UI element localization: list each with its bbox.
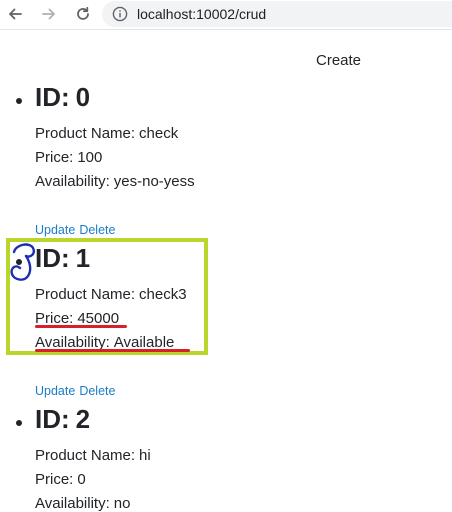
- create-link[interactable]: Create: [316, 52, 361, 69]
- back-arrow-icon[interactable]: [4, 3, 26, 25]
- list-bullet: [16, 259, 22, 265]
- product-id-heading: ID: 0: [35, 82, 91, 112]
- product-name: Product Name: check3: [35, 286, 187, 303]
- browser-toolbar: localhost:10002/crud: [0, 0, 452, 30]
- update-link[interactable]: Update: [35, 384, 75, 398]
- product-id-heading: ID: 1: [35, 243, 91, 273]
- address-bar[interactable]: localhost:10002/crud: [102, 1, 452, 27]
- product-name: Product Name: check: [35, 125, 179, 142]
- update-link[interactable]: Update: [35, 223, 75, 237]
- product-actions: Update Delete: [35, 223, 115, 237]
- url-text[interactable]: localhost:10002/crud: [137, 6, 266, 22]
- product-price: Price: 45000: [35, 310, 120, 327]
- delete-link[interactable]: Delete: [79, 223, 115, 237]
- product-availability: Availability: yes-no-yess: [35, 173, 195, 190]
- product-actions: Update Delete: [35, 384, 115, 398]
- list-bullet: [16, 98, 22, 104]
- forward-arrow-icon[interactable]: [38, 3, 60, 25]
- delete-link[interactable]: Delete: [79, 384, 115, 398]
- product-availability: Availability: Available: [35, 334, 175, 351]
- product-price: Price: 100: [35, 149, 103, 166]
- list-bullet: [16, 420, 22, 426]
- product-name: Product Name: hi: [35, 447, 151, 464]
- product-id-heading: ID: 2: [35, 404, 91, 434]
- product-availability: Availability: no: [35, 495, 131, 512]
- info-icon[interactable]: [112, 6, 128, 22]
- product-price: Price: 0: [35, 471, 86, 488]
- reload-icon[interactable]: [72, 3, 94, 25]
